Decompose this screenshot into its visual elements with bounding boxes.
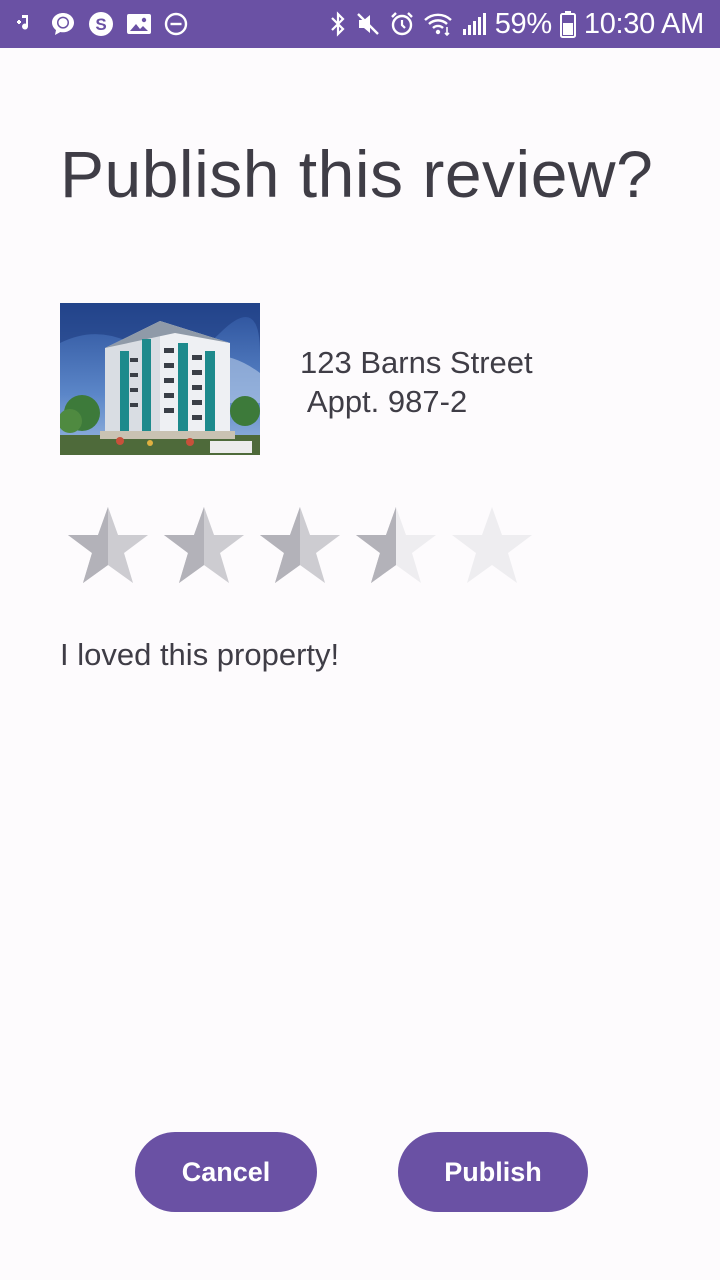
alarm-icon [389,11,415,37]
svg-text:S: S [95,15,106,34]
do-not-disturb-icon [164,12,188,36]
review-text: I loved this property! [60,637,340,672]
star-icon[interactable] [256,503,344,587]
property-address: 123 Barns Street Appt. 987-2 [300,343,533,421]
dialog-title: Publish this review? [60,137,654,211]
skype-icon: S [88,11,114,37]
status-bar-right: 59% 10:30 AM [321,8,704,41]
music-icon [14,12,38,36]
signal-icon [461,11,487,37]
status-bar: S 59% 10:30 AM [0,0,720,48]
clock: 10:30 AM [583,7,704,40]
property-photo [60,303,260,455]
address-line-2: Appt. 987-2 [300,384,468,419]
mute-icon [355,11,381,37]
wifi-icon [423,11,453,37]
star-icon[interactable] [160,503,248,587]
star-icon[interactable] [64,503,152,587]
image-icon [126,12,152,36]
chat-bubble-icon [50,11,76,37]
cancel-button[interactable]: Cancel [135,1132,317,1212]
star-rating[interactable] [64,503,544,587]
star-icon[interactable] [448,503,536,587]
battery-percent: 59% [494,7,552,40]
publish-button[interactable]: Publish [398,1132,588,1212]
address-line-1: 123 Barns Street [300,345,533,380]
battery-icon [559,10,576,38]
bluetooth-icon [329,11,347,37]
status-bar-left: S [14,11,200,37]
star-icon[interactable] [352,503,440,587]
